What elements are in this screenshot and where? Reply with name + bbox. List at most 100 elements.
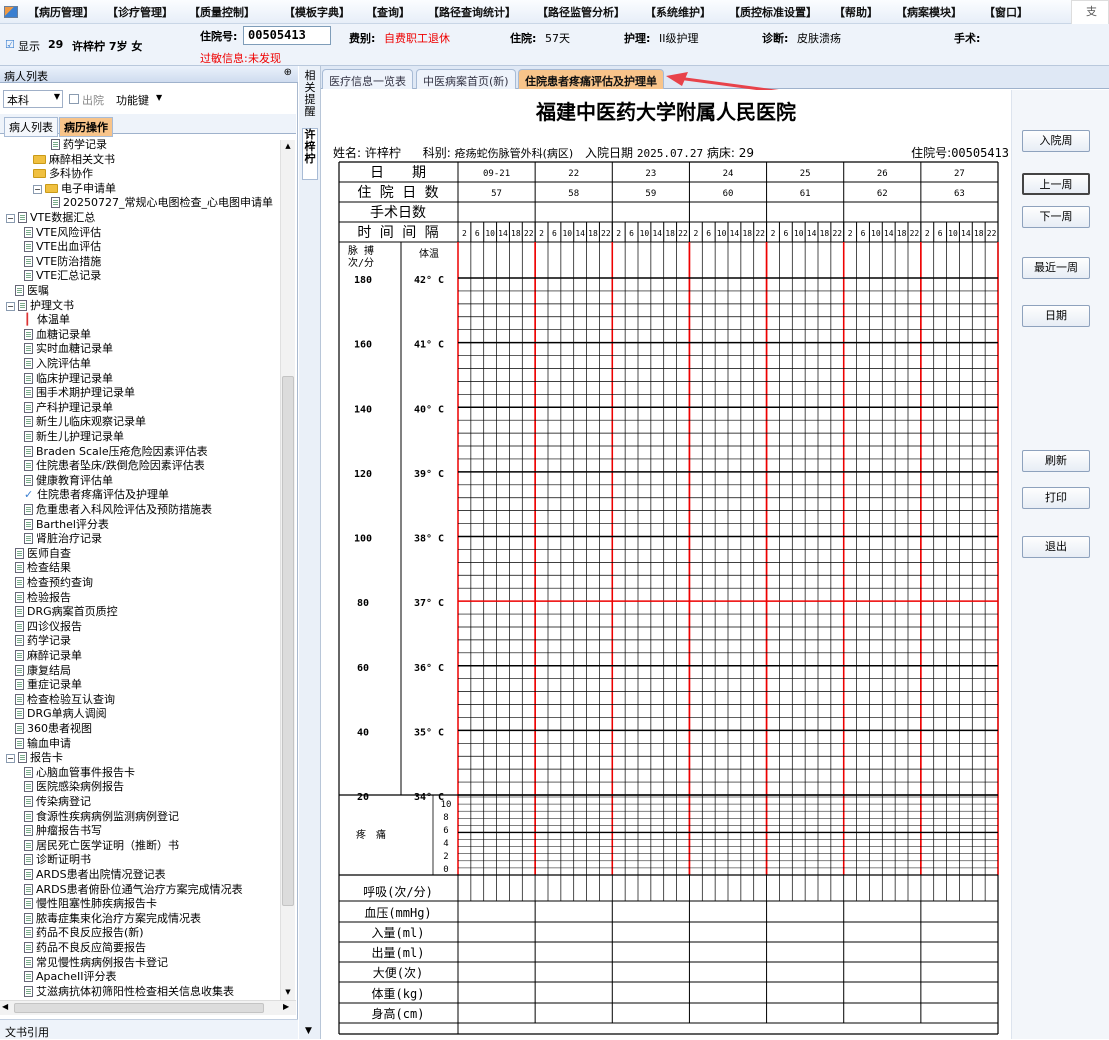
menu-item[interactable]: 【路径查询统计】 [428, 4, 516, 20]
tree-item[interactable]: Braden Scale压疮危险因素评估表 [24, 445, 208, 460]
tree-item[interactable]: VTE防治措施 [24, 255, 101, 270]
prev-week-button[interactable]: 上一周 [1022, 173, 1090, 195]
tree-item[interactable]: 食源性疾病病例监测病例登记 [24, 810, 179, 825]
tree-item[interactable]: 检查检验互认查询 [15, 693, 115, 708]
date-button[interactable]: 日期 [1022, 305, 1090, 327]
scroll-down-icon[interactable]: ▼ [282, 986, 294, 998]
scroll-down-icon[interactable]: ▼ [305, 1026, 312, 1036]
tree-item[interactable]: 实时血糖记录单 [24, 342, 113, 357]
scroll-left-icon[interactable]: ◀ [2, 1002, 8, 1011]
tab-medical-info[interactable]: 医疗信息一览表 [322, 69, 413, 89]
tree-item[interactable]: 医师自查 [15, 547, 71, 562]
tree-item[interactable]: 健康教育评估单 [24, 474, 113, 489]
menu-item[interactable]: 【帮助】 [834, 4, 878, 20]
recent-week-button[interactable]: 最近一周 [1022, 257, 1090, 279]
tree-item[interactable]: 常见慢性病病例报告卡登记 [24, 956, 168, 971]
tree-item[interactable]: 诊断证明书 [24, 853, 91, 868]
menu-item[interactable]: 【模板字典】 [284, 4, 350, 20]
tree-item[interactable]: 慢性阻塞性肺疾病报告卡 [24, 897, 157, 912]
pin-icon[interactable]: ⊕ [284, 67, 292, 78]
print-button[interactable]: 打印 [1022, 487, 1090, 509]
collapse-icon[interactable]: − [33, 184, 42, 194]
tree-item[interactable]: 危重患者入科风险评估及预防措施表 [24, 503, 212, 518]
tree-item[interactable]: 肿瘤报告书写 [24, 824, 102, 839]
tree-item[interactable]: 多科协作 [33, 167, 93, 182]
collapse-icon[interactable]: − [6, 214, 15, 223]
tree-item[interactable]: 药学记录 [15, 634, 71, 649]
tree-item[interactable]: 新生儿护理记录单 [24, 430, 124, 445]
tree-item[interactable]: ✓ 住院患者疼痛评估及护理单 [24, 488, 169, 503]
tree-item[interactable]: − 报告卡 [6, 751, 63, 766]
exit-button[interactable]: 退出 [1022, 536, 1090, 558]
tab-tcm-front-page[interactable]: 中医病案首页(新) [416, 69, 516, 89]
tab-pain-assessment[interactable]: 住院患者疼痛评估及护理单 [518, 69, 664, 89]
function-key-menu[interactable]: 功能键 [116, 92, 149, 108]
collapse-icon[interactable]: − [6, 754, 15, 764]
tree-item[interactable]: 入院评估单 [24, 357, 91, 372]
next-week-button[interactable]: 下一周 [1022, 206, 1090, 228]
tab-related-reminder[interactable]: 相关提醒 [303, 70, 317, 118]
admission-week-button[interactable]: 入院周 [1022, 130, 1090, 152]
tree-vertical-scrollbar[interactable]: ▲ ▼ [280, 140, 295, 1000]
tree-item[interactable]: 药学记录 [51, 138, 107, 153]
tree-item[interactable]: 医嘱 [15, 284, 49, 299]
menu-item[interactable]: 【质量控制】 [189, 4, 255, 20]
menu-item[interactable]: 【质控标准设置】 [729, 4, 817, 20]
menu-item[interactable]: 【病案模块】 [896, 4, 962, 20]
tree-item[interactable]: VTE风险评估 [24, 226, 101, 241]
tree-item[interactable]: 360患者视图 [15, 722, 92, 737]
tree-item[interactable]: 重症记录单 [15, 678, 82, 693]
tree-item[interactable]: − VTE数据汇总 [6, 211, 95, 226]
tree-item[interactable]: 药品不良反应简要报告 [24, 941, 146, 956]
tree-item[interactable]: 四诊仪报告 [15, 620, 82, 635]
tree-item[interactable]: 检查结果 [15, 561, 71, 576]
tree-item[interactable]: 心脑血管事件报告卡 [24, 766, 135, 781]
tree-item[interactable]: 检验报告 [15, 591, 71, 606]
tree-item[interactable]: VTE汇总记录 [24, 269, 101, 284]
tree-item[interactable]: VTE出血评估 [24, 240, 101, 255]
hscroll-thumb[interactable] [14, 1003, 264, 1013]
tree-item[interactable]: 临床护理记录单 [24, 372, 113, 387]
scroll-up-icon[interactable]: ▲ [282, 140, 294, 152]
tree-item[interactable]: 检查预约查询 [15, 576, 93, 591]
menu-item[interactable]: 【病历管理】 [28, 4, 94, 20]
tree-item[interactable]: 血糖记录单 [24, 328, 91, 343]
tree-item[interactable]: 输血申请 [15, 737, 71, 752]
show-checkbox[interactable]: ☑ [5, 38, 15, 51]
tree-item[interactable]: ARDS患者俯卧位通气治疗方案完成情况表 [24, 883, 243, 898]
tree-item[interactable]: 医院感染病例报告 [24, 780, 124, 795]
tree-item[interactable]: 艾滋病抗体初筛阳性检查相关信息收集表 [24, 985, 234, 998]
tab-patient-name[interactable]: 许梓柠 [302, 128, 318, 180]
tree-item[interactable]: ApacheII评分表 [24, 970, 117, 985]
discharge-checkbox[interactable] [69, 94, 79, 104]
tab-patient-list[interactable]: 病人列表 [4, 117, 58, 137]
menu-item[interactable]: 【查询】 [366, 4, 410, 20]
tree-item[interactable]: ┃ 体温单 [24, 313, 70, 328]
tree-item[interactable]: DRG单病人调阅 [15, 707, 107, 722]
menu-item[interactable]: 【诊疗管理】 [107, 4, 173, 20]
refresh-button[interactable]: 刷新 [1022, 450, 1090, 472]
doc-reference-bar[interactable]: 文书引用 [0, 1019, 298, 1039]
tree-item[interactable]: 麻醉记录单 [15, 649, 82, 664]
tree-item[interactable]: 药品不良反应报告(新) [24, 926, 144, 941]
tab-record-ops[interactable]: 病历操作 [59, 117, 113, 137]
scroll-thumb[interactable] [282, 376, 294, 906]
tree-item[interactable]: 产科护理记录单 [24, 401, 113, 416]
tree-item[interactable]: − 电子申请单 [33, 182, 116, 197]
dept-select[interactable]: 本科 ▼ [3, 90, 63, 108]
inpatient-no-input[interactable]: 00505413 [243, 26, 331, 45]
menu-item[interactable]: 【窗口】 [984, 4, 1028, 20]
tree-item[interactable]: 传染病登记 [24, 795, 91, 810]
menu-item[interactable]: 【路径监管分析】 [537, 4, 625, 20]
tree-item[interactable]: 20250727_常规心电图检查_心电图申请单 [51, 196, 273, 211]
tree-item[interactable]: 围手术期护理记录单 [24, 386, 135, 401]
tree-horizontal-scrollbar[interactable]: ◀ ▶ [0, 1000, 296, 1015]
tree-item[interactable]: 脓毒症集束化治疗方案完成情况表 [24, 912, 201, 927]
tree-item[interactable]: Barthel评分表 [24, 518, 109, 533]
tree-item[interactable]: 康复结局 [15, 664, 71, 679]
tree-item[interactable]: 麻醉相关文书 [33, 153, 115, 168]
tree-item[interactable]: 居民死亡医学证明（推断）书 [24, 839, 179, 854]
tree-item[interactable]: 住院患者坠床/跌倒危险因素评估表 [24, 459, 205, 474]
tree-item[interactable]: ARDS患者出院情况登记表 [24, 868, 166, 883]
tree-item[interactable]: DRG病案首页质控 [15, 605, 118, 620]
